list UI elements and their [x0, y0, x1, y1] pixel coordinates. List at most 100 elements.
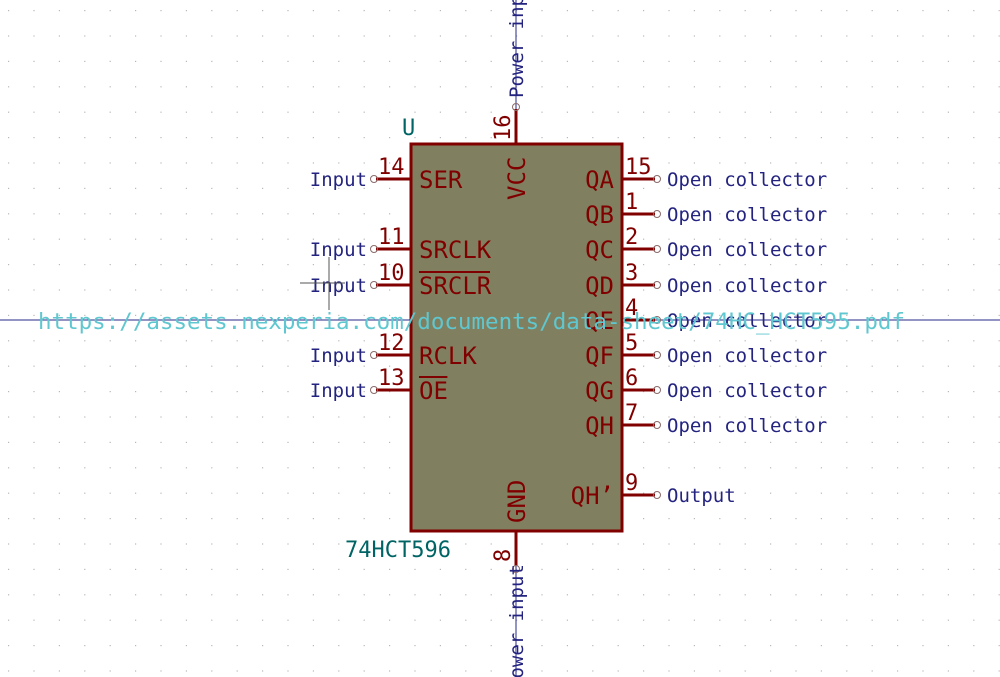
- grid-dot: [693, 543, 695, 545]
- grid-dot: [592, 645, 594, 647]
- grid-dot: [820, 594, 822, 596]
- grid-dot: [846, 670, 848, 672]
- grid-dot: [160, 467, 162, 469]
- datasheet-field[interactable]: https://assets.nexperia.com/documents/da…: [38, 309, 905, 335]
- grid-dot: [33, 238, 35, 240]
- grid-dot: [643, 416, 645, 418]
- grid-dot: [8, 264, 10, 266]
- grid-dot: [58, 10, 60, 12]
- grid-dot: [922, 314, 924, 316]
- grid-dot: [84, 365, 86, 367]
- grid-dot: [8, 187, 10, 189]
- pin-name: VCC: [503, 157, 531, 200]
- grid-dot: [160, 365, 162, 367]
- grid-dot: [465, 137, 467, 139]
- grid-dot: [439, 568, 441, 570]
- grid-dot: [668, 10, 670, 12]
- pin-name: SRCLR: [419, 272, 492, 300]
- pin-number: 10: [378, 261, 405, 286]
- grid-dot: [33, 213, 35, 215]
- pin-type-label: Input: [310, 239, 367, 261]
- grid-dot: [490, 670, 492, 672]
- grid-dot: [643, 60, 645, 62]
- grid-dot: [897, 264, 899, 266]
- grid-dot: [947, 670, 949, 672]
- grid-dot: [185, 518, 187, 520]
- grid-dot: [592, 35, 594, 37]
- grid-dot: [541, 86, 543, 88]
- grid-dot: [84, 518, 86, 520]
- grid-dot: [135, 10, 137, 12]
- grid-dot: [693, 467, 695, 469]
- grid-dot: [490, 568, 492, 570]
- grid-dot: [947, 543, 949, 545]
- grid-dot: [871, 568, 873, 570]
- grid-dot: [820, 492, 822, 494]
- grid-dot: [287, 416, 289, 418]
- grid-dot: [363, 492, 365, 494]
- grid-dot: [84, 619, 86, 621]
- grid-dot: [719, 340, 721, 342]
- grid-dot: [414, 568, 416, 570]
- grid-dot: [135, 492, 137, 494]
- grid-dot: [8, 670, 10, 672]
- grid-dot: [414, 10, 416, 12]
- grid-dot: [8, 365, 10, 367]
- grid-dot: [363, 568, 365, 570]
- grid-dot: [8, 568, 10, 570]
- grid-dot: [389, 137, 391, 139]
- grid-dot: [185, 137, 187, 139]
- grid-dot: [160, 35, 162, 37]
- grid-dot: [693, 594, 695, 596]
- grid-dot: [185, 645, 187, 647]
- grid-dot: [84, 568, 86, 570]
- grid-dot: [490, 619, 492, 621]
- grid-dot: [947, 35, 949, 37]
- grid-dot: [338, 10, 340, 12]
- grid-dot: [668, 518, 670, 520]
- grid-dot: [744, 35, 746, 37]
- grid-dot: [820, 111, 822, 113]
- grid-dot: [33, 619, 35, 621]
- grid-dot: [871, 467, 873, 469]
- grid-dot: [389, 213, 391, 215]
- grid-dot: [287, 645, 289, 647]
- grid-dot: [770, 10, 772, 12]
- grid-dot: [211, 86, 213, 88]
- grid-dot: [846, 365, 848, 367]
- grid-dot: [363, 619, 365, 621]
- grid-dot: [8, 518, 10, 520]
- grid-dot: [211, 391, 213, 393]
- grid-dot: [846, 137, 848, 139]
- grid-dot: [236, 340, 238, 342]
- grid-dot: [465, 543, 467, 545]
- grid-dot: [897, 467, 899, 469]
- part-value[interactable]: 74HCT596: [345, 538, 451, 563]
- grid-dot: [693, 340, 695, 342]
- grid-dot: [58, 645, 60, 647]
- pin-name: QG: [585, 377, 614, 405]
- grid-dot: [541, 111, 543, 113]
- grid-dot: [871, 619, 873, 621]
- grid-dot: [109, 35, 111, 37]
- grid-dot: [465, 594, 467, 596]
- pin-number: 11: [378, 225, 405, 250]
- pin-name: SER: [419, 166, 463, 194]
- grid-dot: [287, 111, 289, 113]
- grid-dot: [8, 289, 10, 291]
- grid-dot: [84, 289, 86, 291]
- grid-dot: [135, 35, 137, 37]
- reference-designator[interactable]: U: [402, 116, 415, 141]
- grid-dot: [922, 619, 924, 621]
- grid-dot: [109, 264, 111, 266]
- grid-dot: [312, 568, 314, 570]
- grid-dot: [338, 340, 340, 342]
- grid-dot: [160, 619, 162, 621]
- grid-dot: [33, 467, 35, 469]
- grid-dot: [287, 594, 289, 596]
- grid-dot: [795, 467, 797, 469]
- grid-dot: [262, 568, 264, 570]
- grid-dot: [389, 492, 391, 494]
- grid-dot: [897, 162, 899, 164]
- grid-dot: [33, 187, 35, 189]
